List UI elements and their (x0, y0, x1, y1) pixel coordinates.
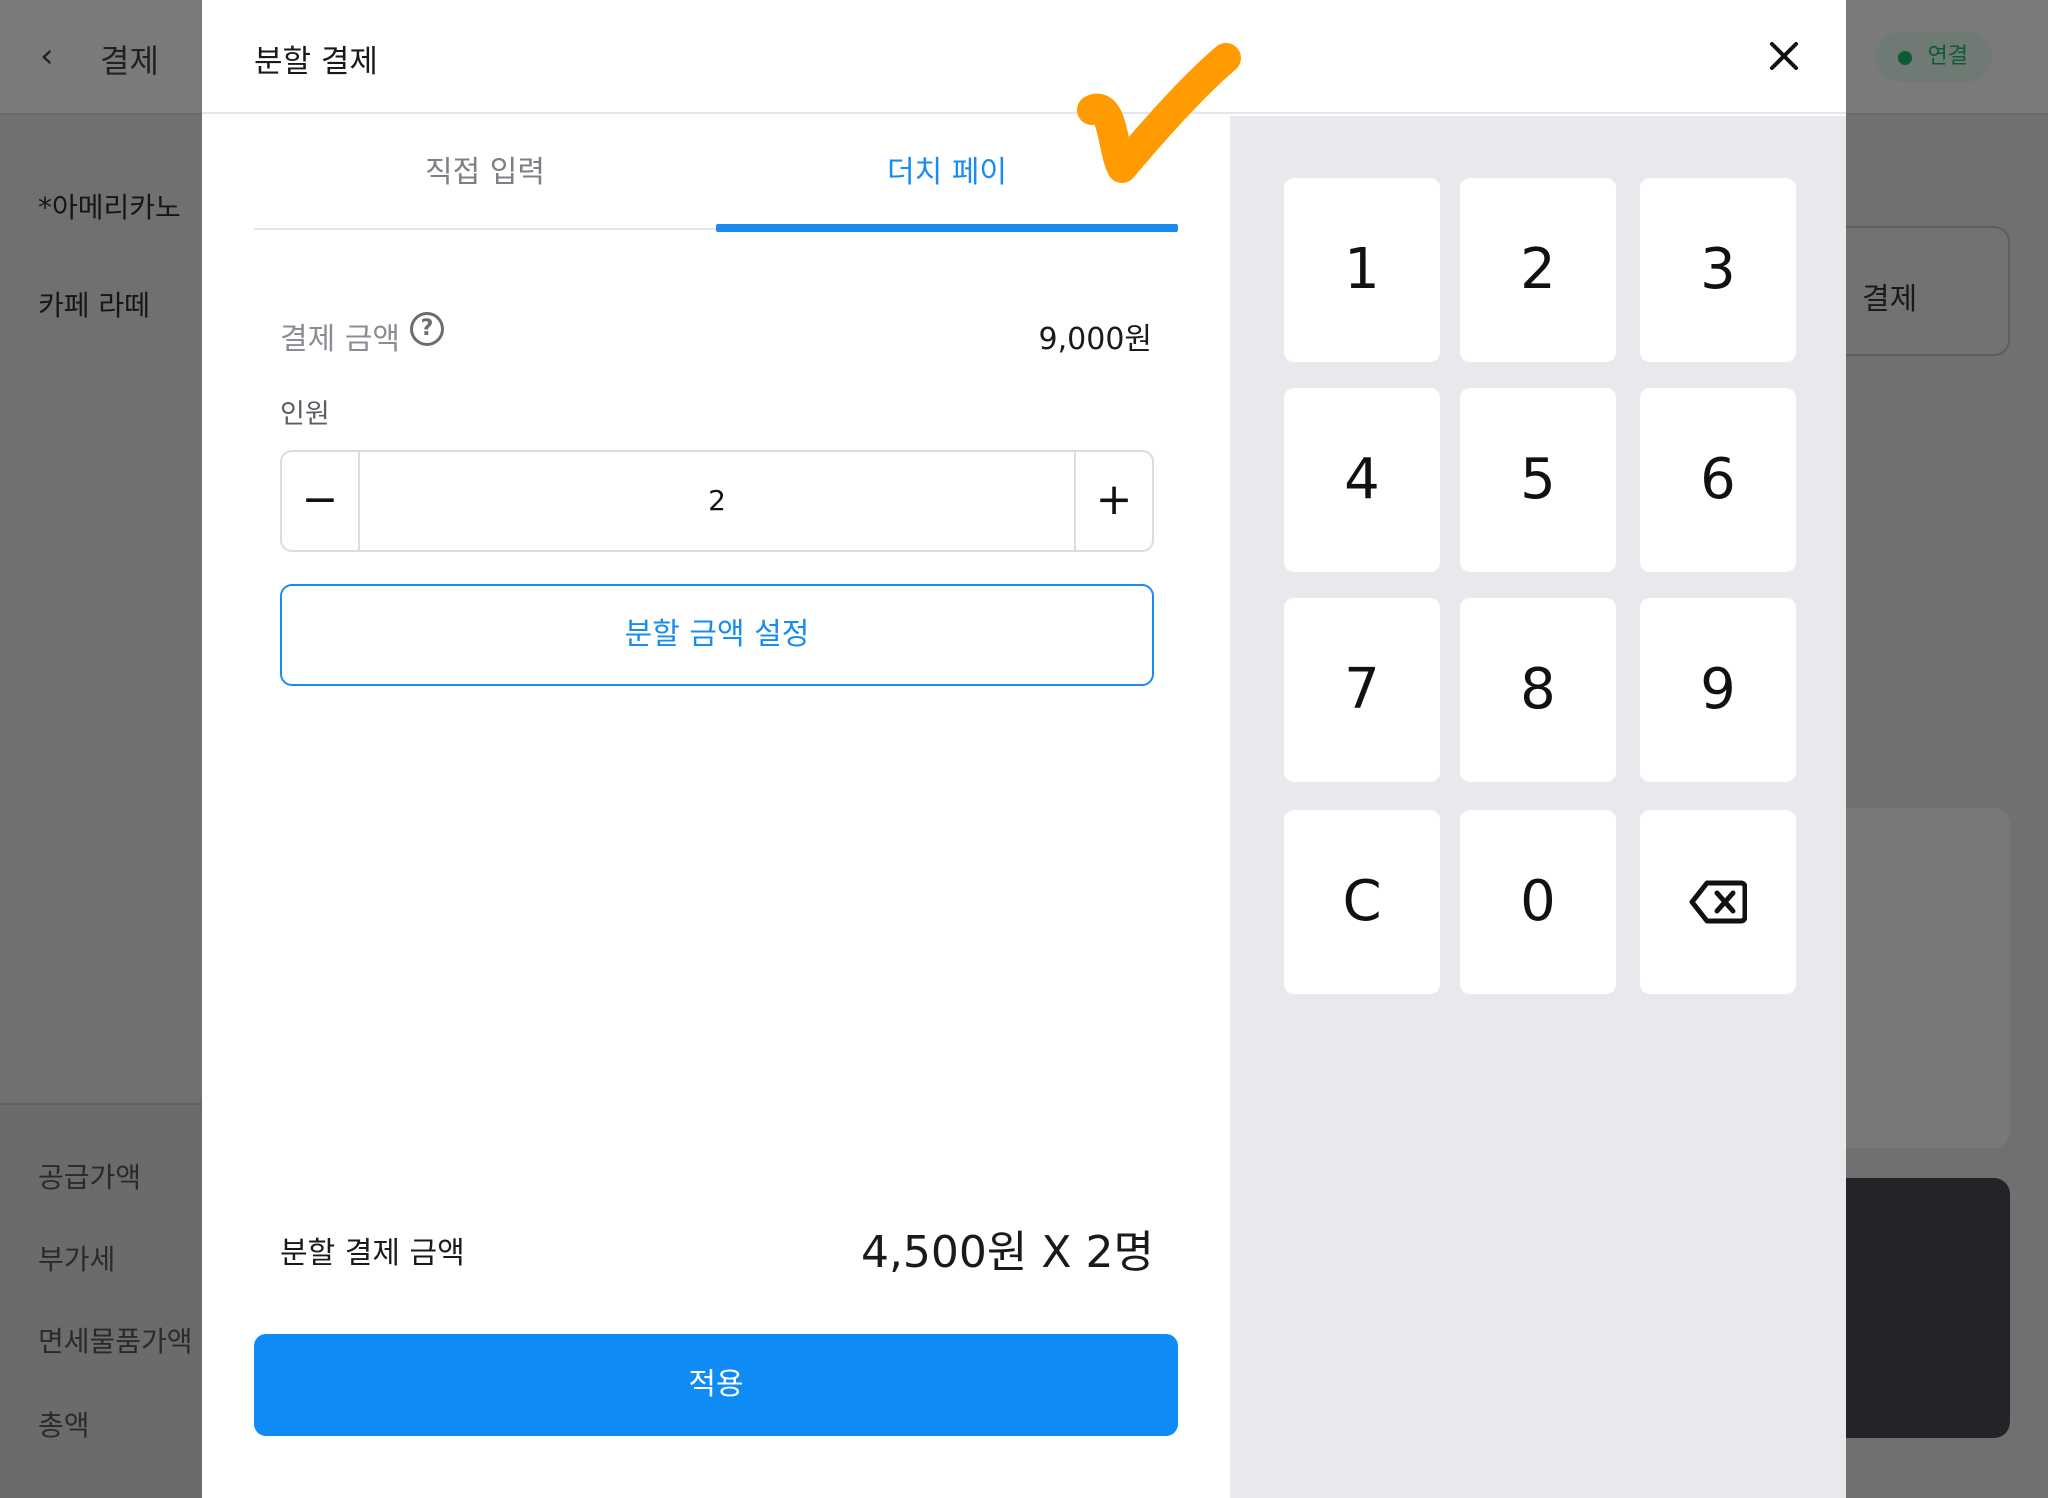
people-stepper: − 2 + (280, 450, 1154, 552)
connection-status-label: 연결 (1927, 44, 1968, 69)
decrement-button[interactable]: − (282, 452, 360, 550)
numeric-keypad: 1 2 3 4 5 6 7 8 9 C 0 (1230, 116, 1846, 1498)
people-label: 인원 (280, 399, 330, 430)
backspace-icon (1689, 880, 1747, 924)
summary-label-vat: 부가세 (38, 1243, 116, 1276)
key-clear[interactable]: C (1284, 810, 1440, 994)
key-backspace[interactable] (1640, 810, 1796, 994)
key-0[interactable]: 0 (1460, 810, 1616, 994)
summary-label-supply: 공급가액 (38, 1161, 142, 1194)
payment-amount-value: 9,000원 (1038, 322, 1152, 357)
tab-direct-input[interactable]: 직접 입력 (254, 116, 716, 230)
connection-status-badge: 연결 (1875, 32, 1992, 82)
key-5[interactable]: 5 (1460, 388, 1616, 572)
split-amount-setting-button[interactable]: 분할 금액 설정 (280, 584, 1154, 686)
split-form: 직접 입력 더치 페이 결제 금액 ? 9,000원 인원 − 2 + 분할 금… (202, 116, 1230, 1498)
payment-amount-label: 결제 금액 (280, 322, 400, 357)
key-9[interactable]: 9 (1640, 598, 1796, 782)
tab-bar: 직접 입력 더치 페이 (254, 116, 1178, 232)
order-item: *아메리카노 (38, 191, 181, 224)
background-page-title: 결제 (100, 42, 159, 80)
key-4[interactable]: 4 (1284, 388, 1440, 572)
background-card-panel (1846, 808, 2010, 1148)
payment-amount-row: 결제 금액 ? 9,000원 (280, 302, 1152, 362)
key-8[interactable]: 8 (1460, 598, 1616, 782)
key-3[interactable]: 3 (1640, 178, 1796, 362)
order-item: 카페 라떼 (38, 289, 150, 322)
help-icon[interactable]: ? (410, 312, 444, 346)
summary-label-taxfree: 면세물품가액 (38, 1325, 193, 1358)
apply-button[interactable]: 적용 (254, 1334, 1178, 1436)
modal-header: 분할 결제 (202, 0, 1846, 114)
people-count-input[interactable]: 2 (362, 452, 1072, 550)
split-result-value: 4,500원 X 2명 (860, 1227, 1154, 1278)
key-7[interactable]: 7 (1284, 598, 1440, 782)
summary-label-total: 총액 (38, 1409, 90, 1442)
tab-dutch-pay[interactable]: 더치 페이 (716, 116, 1178, 232)
increment-button[interactable]: + (1074, 452, 1152, 550)
close-icon[interactable] (1762, 34, 1806, 78)
chevron-left-icon: ‹ (40, 36, 54, 76)
split-payment-modal: 분할 결제 직접 입력 더치 페이 결제 금액 ? 9,000원 인원 − 2 … (202, 0, 1846, 1498)
background-payment-label: 결제 (1862, 282, 1918, 317)
key-6[interactable]: 6 (1640, 388, 1796, 572)
status-dot-icon (1897, 51, 1912, 65)
split-result-label: 분할 결제 금액 (280, 1236, 465, 1271)
key-1[interactable]: 1 (1284, 178, 1440, 362)
split-result-row: 분할 결제 금액 4,500원 X 2명 (280, 1208, 1154, 1278)
modal-title: 분할 결제 (254, 44, 378, 80)
key-2[interactable]: 2 (1460, 178, 1616, 362)
background-dark-button (1846, 1178, 2010, 1438)
